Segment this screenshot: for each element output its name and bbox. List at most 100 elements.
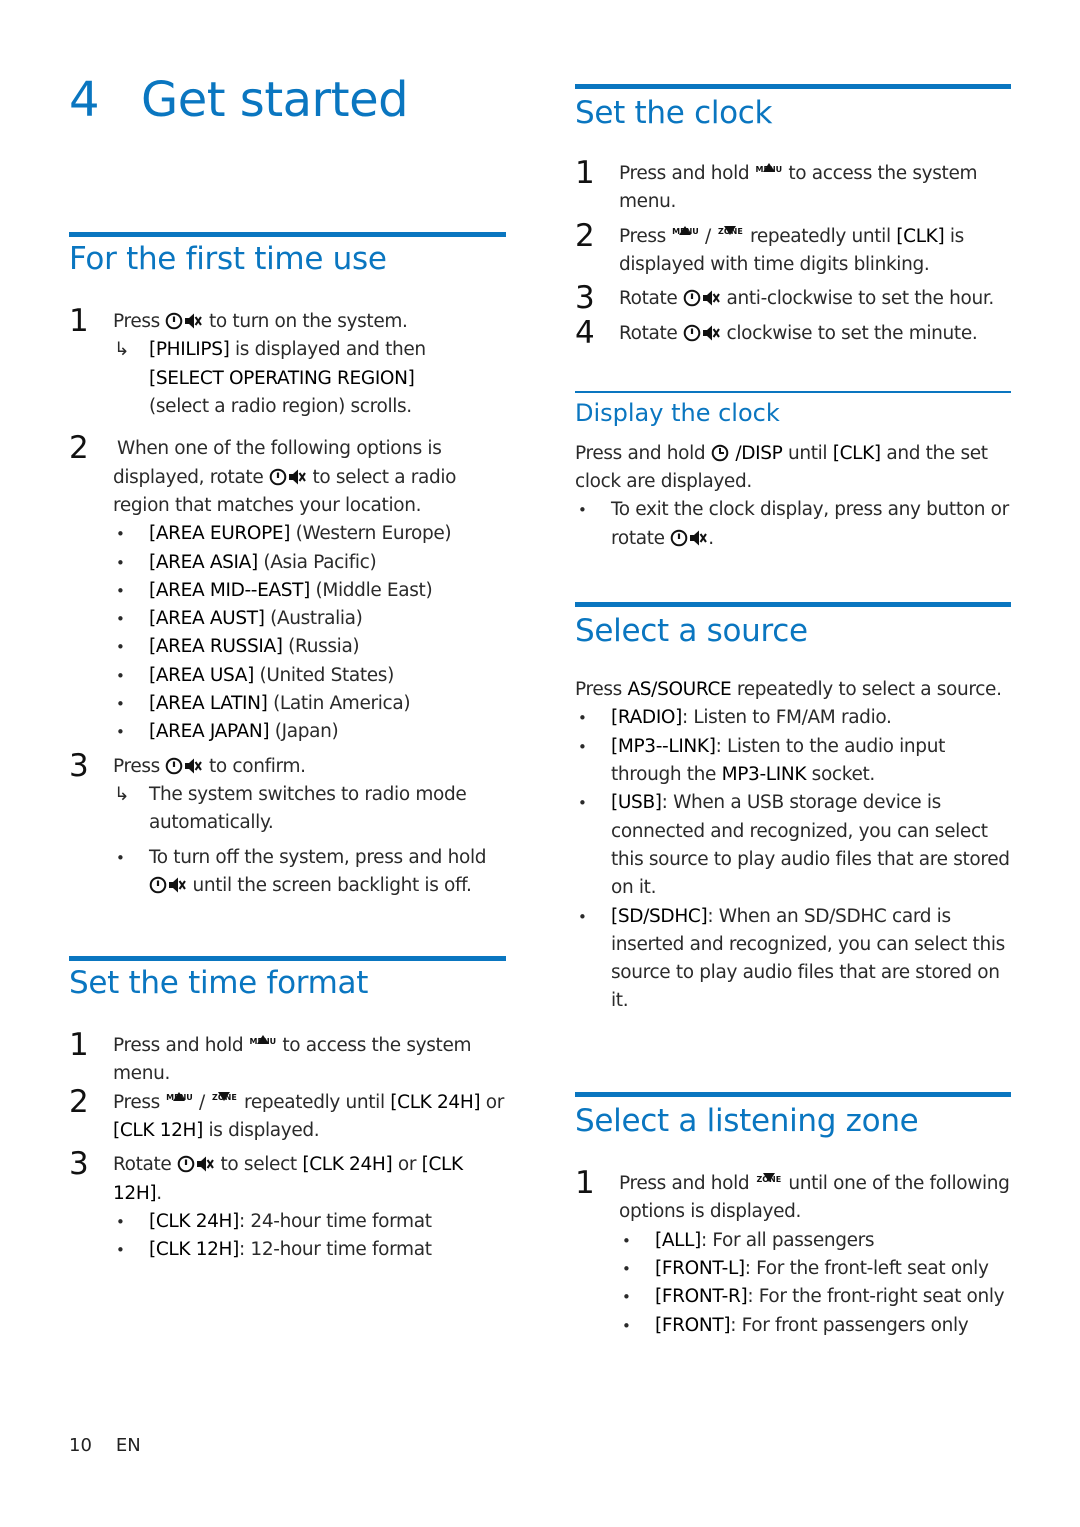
step-text: Press and hold [619,1173,750,1195]
power-icon [683,289,701,307]
bullet-icon: • [116,723,125,742]
note-item: • To turn off the system, press and hold… [113,844,506,901]
mute-icon [196,1155,214,1173]
step-number: 2 [69,1083,89,1120]
bullet-icon: • [622,1231,631,1250]
list-item: • [CLK 12H]: 12-hour time format [113,1236,506,1264]
step-text: or [397,1154,417,1176]
section-rule [575,602,1011,607]
mute-icon [287,468,306,486]
page-number: 10 [69,1435,92,1456]
step-text: repeatedly until [749,225,891,247]
step-4: 4 Rotate clockwise to set the minute. [575,316,1011,350]
mute-icon [184,312,203,330]
region-code: [AREA RUSSIA] [149,636,283,658]
region-name: (Russia) [288,636,360,658]
list-item: • [USB]: When a USB storage device is con… [575,789,1011,902]
step-number: 1 [69,303,89,340]
step-text: to confirm. [209,755,306,777]
step-3: 3 Rotate to select [CLK 24H] or [CLK 12H… [69,1147,506,1264]
source-code: [MP3--LINK] [611,735,716,757]
step-number: 2 [575,217,595,254]
bullet-icon: • [116,610,125,629]
list-item: • [ALL]: For all passengers [619,1227,1011,1255]
chapter-number: 4 [69,72,100,128]
zone-code: [FRONT-L] [655,1258,745,1280]
list-item: • [SD/SDHC]: When an SD/SDHC card is inse… [575,903,1011,1016]
option-code: [CLK 24H] [149,1210,239,1232]
key-name: /DISP [735,442,783,464]
key-name: AS/SOURCE [627,679,732,701]
source-code: [USB] [611,792,662,814]
zone-down-key-icon: ZONE [755,1173,783,1193]
bullet-icon: • [116,666,125,685]
region-name: (Middle East) [315,579,433,601]
bullet-icon: • [578,907,587,926]
step-number: 3 [69,747,89,784]
key-label: MENU [672,227,699,237]
mute-icon [184,757,203,775]
display-text: [CLK] [832,442,881,464]
section-rule [575,84,1011,89]
region-code: [AREA LATIN] [149,693,268,715]
section-rule [575,1092,1011,1097]
bullet-icon: • [578,794,587,813]
step-3: 3 Press to confirm. ↳ The system switche… [69,749,506,901]
bullet-icon: • [116,1212,125,1231]
step-1: 1 Press and hold MENU to access the syst… [69,1028,506,1089]
key-name: MP3-LINK [721,764,807,786]
step-1: 1 Press and hold MENU to access the syst… [575,156,1011,217]
step-text: region that matches your location. [113,494,422,516]
list-item: • [AREA LATIN] (Latin America) [113,690,506,718]
body-text: repeatedly to select a source. [736,679,1002,701]
bullet-icon: • [578,737,587,756]
chapter-title: Get started [141,72,409,128]
power-icon [670,529,688,547]
section-select-source: Select a source Press AS/SOURCE repeated… [575,602,1011,1016]
region-name: (Asia Pacific) [263,551,377,573]
region-code: [AREA USA] [149,664,254,686]
step-number: 2 [69,430,89,467]
step-text: displayed, rotate [113,466,264,488]
bullet-icon: • [116,525,125,544]
bullet-icon: • [622,1316,631,1335]
mute-icon [168,876,186,894]
power-icon [166,757,183,775]
bullet-icon: • [116,848,125,867]
section-time-format: Set the time format 1 Press and hold MEN… [69,956,506,1265]
section-title: Select a source [575,613,808,649]
step-text: Rotate [619,322,678,344]
option-desc: : 12-hour time format [238,1239,432,1261]
menu-up-key-icon: MENU [671,225,699,246]
step-text: clockwise to set the minute. [726,322,978,344]
step-2: 2 Press MENU / ZONE repeatedly until [CL… [69,1085,506,1146]
bullet-icon: • [116,638,125,657]
zone-code: [FRONT] [655,1314,731,1336]
key-label: ZONE [212,1093,237,1103]
region-name: (Latin America) [273,693,411,715]
step-result: ↳ The system switches to radio mode auto… [113,781,506,838]
mute-icon [702,324,720,342]
language-code: EN [115,1435,141,1456]
note-text: until the screen backlight is off. [192,874,472,896]
menu-up-key-icon: MENU [165,1091,193,1112]
region-name: (United States) [259,664,394,686]
display-text: [CLK 24H] [302,1154,393,1176]
power-icon [166,312,183,330]
region-name: (Western Europe) [295,523,452,545]
punctuation: . [156,1182,162,1204]
step-number: 3 [575,280,595,317]
section-rule [575,391,1011,393]
step-2: 2 When one of the following options is d… [69,431,506,746]
power-icon [683,324,701,342]
list-item: • [AREA USA] (United States) [113,662,506,690]
step-result: ↳ [PHILIPS] is displayed and then [SELEC… [113,336,506,421]
list-item: • [FRONT-R]: For the front-right seat onl… [619,1283,1011,1311]
bullet-icon: • [622,1288,631,1307]
source-desc: : Listen to FM/AM radio. [682,707,892,729]
zone-desc: : For the front-right seat only [747,1286,1005,1308]
result-text: (select a radio region) scrolls. [149,396,412,418]
zone-down-key-icon: ZONE [716,225,744,246]
source-desc: socket. [811,764,876,786]
source-code: [RADIO] [611,707,683,729]
